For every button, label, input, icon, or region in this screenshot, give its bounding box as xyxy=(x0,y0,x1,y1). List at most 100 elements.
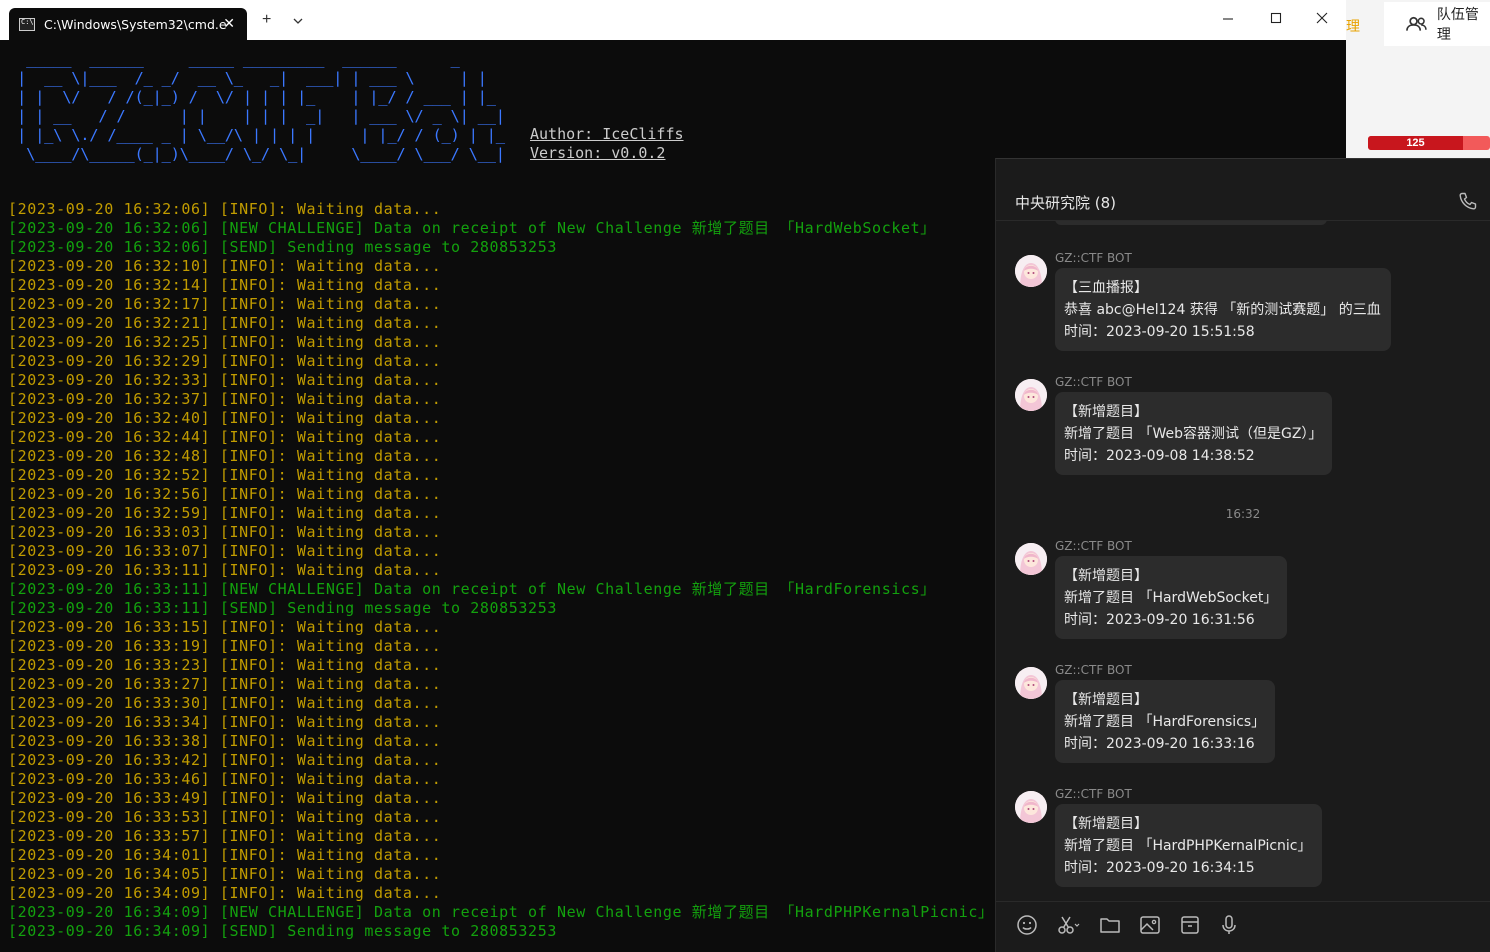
log-line: [2023-09-20 16:33:42] [INFO]: Waiting da… xyxy=(8,751,442,769)
log-line: [2023-09-20 16:33:38] [INFO]: Waiting da… xyxy=(8,732,442,750)
message-line: 【三血播报】 xyxy=(1064,280,1148,296)
log-line: [2023-09-20 16:33:11] [INFO]: Waiting da… xyxy=(8,561,442,579)
message-line: 恭喜 abc@Hel124 获得 「新的测试赛题」 的三血 xyxy=(1064,302,1381,318)
log-line: [2023-09-20 16:32:40] [INFO]: Waiting da… xyxy=(8,409,442,427)
log-line: [2023-09-20 16:33:46] [INFO]: Waiting da… xyxy=(8,770,442,788)
team-icon xyxy=(1406,16,1427,31)
banner-line: | __ \|___ /_ _/ __ \_ _| ___| | ___ \ |… xyxy=(8,69,487,87)
log-line: [2023-09-20 16:34:09] [SEND] Sending mes… xyxy=(8,922,557,940)
message-bubble[interactable]: 【三血播报】恭喜 abc@Hel124 获得 「新的测试赛题」 的三血 时间：20… xyxy=(1055,268,1391,351)
log-line: [2023-09-20 16:33:15] [INFO]: Waiting da… xyxy=(8,618,442,636)
log-line: [2023-09-20 16:33:57] [INFO]: Waiting da… xyxy=(8,827,442,845)
chat-panel: 中央研究院 (8) GZ::CTF BOT 【三血播报】 恭喜 abc@Hel124… xyxy=(995,158,1490,952)
banner-line: | | \/ / /(_|_) / \/ | | | |_ | |_/ / __… xyxy=(8,88,496,106)
sender-name[interactable]: GZ::CTF BOT xyxy=(1055,375,1132,389)
log-line: [2023-09-20 16:32:44] [INFO]: Waiting da… xyxy=(8,428,442,446)
terminal-tab[interactable]: C:\Windows\System32\cmd.e ✕ xyxy=(9,8,247,40)
log-line: [2023-09-20 16:33:23] [INFO]: Waiting da… xyxy=(8,656,442,674)
log-line: [2023-09-20 16:33:19] [INFO]: Waiting da… xyxy=(8,637,442,655)
previous-message-fragment xyxy=(1055,221,1327,225)
minimize-button[interactable] xyxy=(1222,12,1234,24)
log-line: [2023-09-20 16:32:37] [INFO]: Waiting da… xyxy=(8,390,442,408)
team-tab-label: 队伍管理 xyxy=(1436,7,1479,43)
message-line: 【新增题目】 xyxy=(1064,692,1148,708)
message-line: 时间：2023-09-20 15:51:58 xyxy=(1064,324,1255,340)
scissors-icon[interactable] xyxy=(1056,914,1082,936)
bot-avatar[interactable] xyxy=(1015,255,1047,287)
message-line: 【新增题目】 xyxy=(1064,404,1148,420)
log-output: [2023-09-20 16:32:06] [INFO]: Waiting da… xyxy=(8,200,994,941)
ascii-banner: _____ ______ _____ _________ ______ _ | … xyxy=(8,50,505,164)
tab-dropdown-icon[interactable] xyxy=(292,17,304,25)
chat-toolbar xyxy=(996,901,1490,952)
banner-line: \____/\_____(_|_)\____/ \_/ \_| \____/ \… xyxy=(8,145,505,163)
message-line: 【新增题目】 xyxy=(1064,568,1148,584)
log-line: [2023-09-20 16:34:09] [NEW CHALLENGE] Da… xyxy=(8,903,994,921)
message-line: 新增了题目 「Web容器测试（但是GZ）」 xyxy=(1064,426,1323,442)
message-line: 新增了题目 「HardPHPKernalPicnic」 xyxy=(1064,838,1312,854)
box-icon[interactable] xyxy=(1179,914,1201,936)
log-line: [2023-09-20 16:32:33] [INFO]: Waiting da… xyxy=(8,371,442,389)
tab-close-icon[interactable]: ✕ xyxy=(223,15,235,31)
message-line: 时间：2023-09-20 16:31:56 xyxy=(1064,612,1255,628)
log-line: [2023-09-20 16:34:05] [INFO]: Waiting da… xyxy=(8,865,442,883)
message-line: 时间：2023-09-20 16:34:15 xyxy=(1064,860,1255,876)
log-line: [2023-09-20 16:32:06] [INFO]: Waiting da… xyxy=(8,200,442,218)
log-line: [2023-09-20 16:32:25] [INFO]: Waiting da… xyxy=(8,333,442,351)
log-line: [2023-09-20 16:33:11] [SEND] Sending mes… xyxy=(8,599,557,617)
banner-line: | |_\ \./ /____ _ | \__/\ | | | | | |_/ … xyxy=(8,126,505,144)
message-line: 新增了题目 「HardForensics」 xyxy=(1064,714,1266,730)
bot-avatar[interactable] xyxy=(1015,379,1047,411)
phone-call-icon[interactable] xyxy=(1458,191,1478,211)
log-line: [2023-09-20 16:33:11] [NEW CHALLENGE] Da… xyxy=(8,580,936,598)
log-line: [2023-09-20 16:33:30] [INFO]: Waiting da… xyxy=(8,694,442,712)
close-button[interactable] xyxy=(1316,12,1328,24)
maximize-button[interactable] xyxy=(1270,12,1282,24)
message-bubble[interactable]: 【新增题目】新增了题目 「HardPHPKernalPicnic」 时间：2023… xyxy=(1055,804,1322,887)
emoji-icon[interactable] xyxy=(1016,914,1038,936)
sender-name[interactable]: GZ::CTF BOT xyxy=(1055,787,1132,801)
message-line: 时间：2023-09-20 16:33:16 xyxy=(1064,736,1255,752)
chat-header: 中央研究院 (8) xyxy=(996,159,1490,221)
manage-tab-fragment[interactable]: 理 xyxy=(1346,16,1360,36)
log-line: [2023-09-20 16:33:27] [INFO]: Waiting da… xyxy=(8,675,442,693)
title-bar: C:\Windows\System32\cmd.e ✕ + xyxy=(0,0,1346,40)
sender-name[interactable]: GZ::CTF BOT xyxy=(1055,539,1132,553)
log-line: [2023-09-20 16:32:21] [INFO]: Waiting da… xyxy=(8,314,442,332)
bot-avatar[interactable] xyxy=(1015,791,1047,823)
team-management-tab[interactable]: 队伍管理 xyxy=(1384,2,1490,46)
message-bubble[interactable]: 【新增题目】新增了题目 「HardWebSocket」 时间：2023-09-20… xyxy=(1055,556,1288,639)
cmd-icon xyxy=(19,17,35,31)
microphone-icon[interactable] xyxy=(1218,914,1240,936)
banner-line: _____ ______ _____ _________ ______ _ xyxy=(8,50,460,68)
sender-name[interactable]: GZ::CTF BOT xyxy=(1055,251,1132,265)
log-line: [2023-09-20 16:32:52] [INFO]: Waiting da… xyxy=(8,466,442,484)
message-bubble[interactable]: 【新增题目】新增了题目 「HardForensics」 时间：2023-09-20… xyxy=(1055,680,1276,763)
progress-bar: 125 xyxy=(1368,136,1490,150)
banner-line: | | __ / / | | | | | _| | ___ \/ _ \| __… xyxy=(8,107,505,125)
log-line: [2023-09-20 16:32:17] [INFO]: Waiting da… xyxy=(8,295,442,313)
log-line: [2023-09-20 16:32:59] [INFO]: Waiting da… xyxy=(8,504,442,522)
message-line: 【新增题目】 xyxy=(1064,816,1148,832)
folder-icon[interactable] xyxy=(1099,914,1121,936)
progress-value: 125 xyxy=(1406,137,1425,149)
bot-avatar[interactable] xyxy=(1015,543,1047,575)
chat-messages: GZ::CTF BOT 【三血播报】 恭喜 abc@Hel124 获得 「新的测试赛… xyxy=(996,221,1490,901)
log-line: [2023-09-20 16:33:34] [INFO]: Waiting da… xyxy=(8,713,442,731)
bot-avatar[interactable] xyxy=(1015,667,1047,699)
version-label: Version: v0.0.2 xyxy=(530,144,666,162)
log-line: [2023-09-20 16:33:03] [INFO]: Waiting da… xyxy=(8,523,442,541)
log-line: [2023-09-20 16:32:29] [INFO]: Waiting da… xyxy=(8,352,442,370)
new-tab-button[interactable]: + xyxy=(262,12,271,28)
log-line: [2023-09-20 16:32:06] [NEW CHALLENGE] Da… xyxy=(8,219,936,237)
image-icon[interactable] xyxy=(1139,914,1161,936)
sender-name[interactable]: GZ::CTF BOT xyxy=(1055,663,1132,677)
log-line: [2023-09-20 16:33:07] [INFO]: Waiting da… xyxy=(8,542,442,560)
message-bubble[interactable]: 【新增题目】 新增了题目 「Web容器测试（但是GZ）」 时间：2023-09-08… xyxy=(1055,392,1333,475)
log-line: [2023-09-20 16:32:14] [INFO]: Waiting da… xyxy=(8,276,442,294)
message-line: 新增了题目 「HardWebSocket」 xyxy=(1064,590,1278,606)
time-separator: 16:32 xyxy=(1225,507,1261,521)
log-line: [2023-09-20 16:33:53] [INFO]: Waiting da… xyxy=(8,808,442,826)
log-line: [2023-09-20 16:32:10] [INFO]: Waiting da… xyxy=(8,257,442,275)
log-line: [2023-09-20 16:33:49] [INFO]: Waiting da… xyxy=(8,789,442,807)
